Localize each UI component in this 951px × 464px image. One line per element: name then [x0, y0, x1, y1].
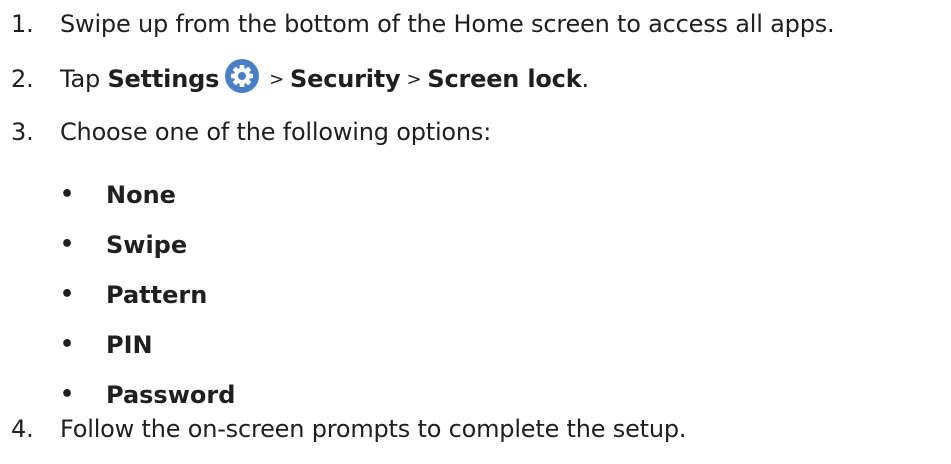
step-3: 3. Choose one of the following options:	[11, 117, 491, 147]
step-text: Choose one of the following options:	[60, 118, 492, 146]
step-text-suffix: .	[581, 65, 589, 93]
step-number: 1.	[11, 10, 34, 38]
step-number: 4.	[11, 415, 34, 443]
option-pattern-label: Pattern	[106, 281, 208, 309]
settings-label: Settings	[107, 65, 220, 93]
bullet: •	[60, 282, 75, 307]
breadcrumb-separator: >	[269, 69, 285, 90]
bullet: •	[60, 382, 75, 407]
security-label: Security	[290, 65, 401, 93]
bullet: •	[60, 232, 75, 257]
bullet: •	[60, 182, 75, 207]
step-text: Follow the on-screen prompts to complete…	[60, 415, 687, 443]
step-1: 1. Swipe up from the bottom of the Home s…	[11, 9, 835, 39]
step-text-prefix: Tap	[60, 65, 108, 93]
breadcrumb-separator: >	[406, 69, 422, 90]
step-number: 2.	[11, 65, 34, 93]
bullet: •	[60, 332, 75, 357]
screen-lock-label: Screen lock	[427, 65, 582, 93]
step-text: Swipe up from the bottom of the Home scr…	[60, 10, 835, 38]
instructions-document: 1. Swipe up from the bottom of the Home s…	[0, 0, 951, 464]
step-2: 2. Tap Settings > Security > Screen lock.	[11, 59, 589, 97]
step-number: 3.	[11, 118, 34, 146]
step-4: 4. Follow the on-screen prompts to comple…	[11, 414, 687, 444]
gear-icon	[225, 59, 260, 93]
option-pin-label: PIN	[106, 331, 153, 359]
option-none-label: None	[106, 181, 176, 209]
option-swipe-label: Swipe	[106, 231, 188, 259]
option-password-label: Password	[106, 381, 236, 409]
